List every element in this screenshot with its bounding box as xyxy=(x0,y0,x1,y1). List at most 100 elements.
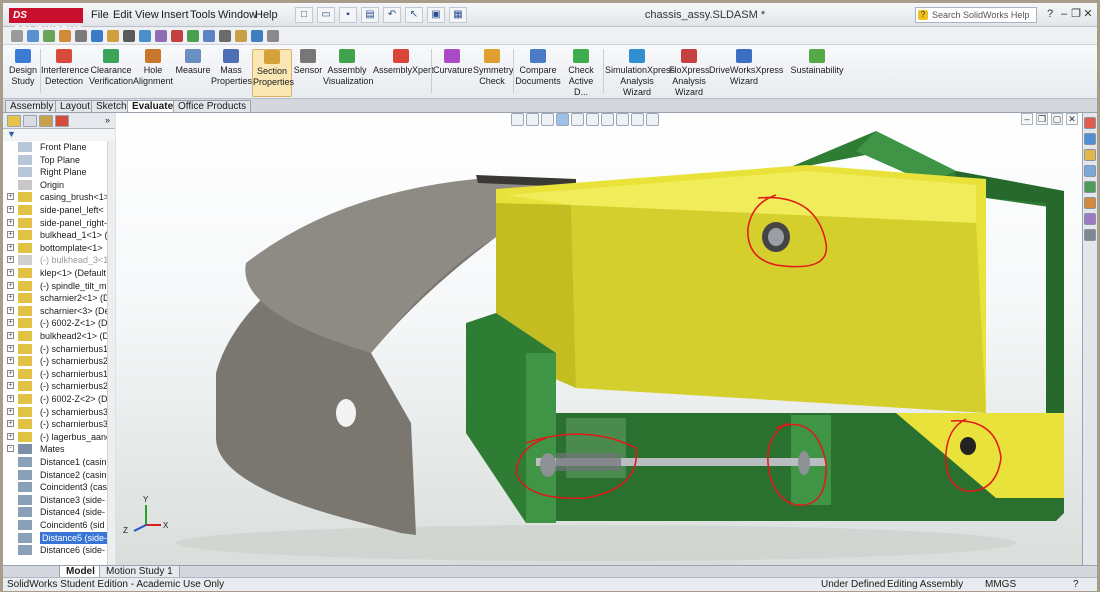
solidworks-resources-icon[interactable] xyxy=(1084,117,1096,129)
expand-icon[interactable]: + xyxy=(7,432,14,440)
cmd-small-14-icon[interactable] xyxy=(219,30,231,42)
tree-node[interactable]: + scharnier2<1> (D xyxy=(3,292,107,304)
expand-icon[interactable]: + xyxy=(7,281,14,289)
expand-icon[interactable]: + xyxy=(7,193,14,201)
cmd-small-6-icon[interactable] xyxy=(91,30,103,42)
expand-icon[interactable]: + xyxy=(7,294,14,302)
cmd-small-2-icon[interactable] xyxy=(27,30,39,42)
measure-button[interactable]: Measure xyxy=(175,49,211,76)
expand-icon[interactable]: + xyxy=(7,306,14,314)
tree-node[interactable]: + (-) scharnierbus3 xyxy=(3,418,107,430)
tree-node[interactable]: Distance4 (side- xyxy=(3,506,107,518)
cmd-small-13-icon[interactable] xyxy=(203,30,215,42)
unit-system[interactable]: MMGS xyxy=(985,578,1016,591)
custom-properties-icon[interactable] xyxy=(1084,213,1096,225)
expand-icon[interactable]: + xyxy=(7,369,14,377)
symmetry-check-button[interactable]: Symmetry Check xyxy=(473,49,514,87)
tree-node[interactable]: + (-) spindle_tilt_m xyxy=(3,280,107,292)
clearance-verification-button[interactable]: Clearance Verification xyxy=(89,49,133,87)
tree-node[interactable]: Coincident6 (sid xyxy=(3,519,107,531)
expand-icon[interactable]: + xyxy=(7,382,14,390)
expand-icon[interactable]: + xyxy=(7,269,14,276)
expand-icon[interactable]: + xyxy=(7,395,14,402)
expand-icon[interactable]: + xyxy=(7,420,14,428)
tree-node[interactable]: + side-panel_right- xyxy=(3,217,107,229)
tree-node[interactable]: + (-) 6002-Z<2> (D xyxy=(3,393,107,405)
cmd-small-11-icon[interactable] xyxy=(171,30,183,42)
tree-node[interactable]: Right Plane xyxy=(3,166,107,178)
tree-node[interactable]: Distance1 (casin xyxy=(3,456,107,468)
check-active-document-button[interactable]: Check Active D... xyxy=(561,49,601,98)
cmd-small-10-icon[interactable] xyxy=(155,30,167,42)
status-help-icon[interactable]: ? xyxy=(1073,578,1079,591)
cmd-small-12-icon[interactable] xyxy=(187,30,199,42)
expand-icon[interactable]: + xyxy=(7,243,14,251)
design-study-button[interactable]: Design Study xyxy=(7,49,39,87)
assembly-model[interactable]: Y X Z xyxy=(116,113,1082,565)
cmd-small-5-icon[interactable] xyxy=(75,30,87,42)
cmd-small-1-icon[interactable] xyxy=(11,30,23,42)
tree-node[interactable]: Distance2 (casin xyxy=(3,469,107,481)
sum-icon[interactable] xyxy=(123,30,135,42)
tree-node[interactable]: - Mates xyxy=(3,443,107,455)
tab-assembly[interactable]: Assembly xyxy=(5,100,59,112)
property-manager-tab-icon[interactable] xyxy=(23,115,37,127)
expand-icon[interactable]: + xyxy=(7,231,14,239)
tree-node[interactable]: Coincident3 (cas xyxy=(3,481,107,493)
cmd-small-17-icon[interactable] xyxy=(267,30,279,42)
tree-node[interactable]: + (-) scharnierbus1 xyxy=(3,368,107,380)
sensor-button[interactable]: Sensor xyxy=(293,49,323,76)
hole-alignment-button[interactable]: Hole Alignment xyxy=(133,49,173,87)
help-search-input[interactable]: ? Search SolidWorks Help xyxy=(915,7,1037,23)
assembly-visualization-button[interactable]: Assembly Visualization xyxy=(323,49,373,87)
tree-node[interactable]: + scharnier<3> (De xyxy=(3,305,107,317)
view-palette-icon[interactable] xyxy=(1084,181,1096,193)
tree-node[interactable]: Top Plane xyxy=(3,154,107,166)
search-icon[interactable] xyxy=(1084,165,1096,177)
expand-icon[interactable]: + xyxy=(7,357,14,365)
tree-node[interactable]: + (-) lagerbus_aanc xyxy=(3,431,107,443)
expand-icon[interactable]: + xyxy=(7,206,14,213)
assemblyxpert-button[interactable]: AssemblyXpert xyxy=(373,49,434,76)
driveworksxpress-button[interactable]: DriveWorksXpress Wizard xyxy=(709,49,783,87)
cmd-small-3-icon[interactable] xyxy=(43,30,55,42)
tree-node[interactable]: Origin xyxy=(3,179,107,191)
cmd-small-7-icon[interactable] xyxy=(107,30,119,42)
floxpress-button[interactable]: FloXpress Analysis Wizard xyxy=(669,49,710,98)
tab-layout[interactable]: Layout xyxy=(55,100,96,112)
graphics-area[interactable]: – ❐ ▢ ✕ Y X Z xyxy=(116,113,1082,565)
cmd-small-4-icon[interactable] xyxy=(59,30,71,42)
expand-icon[interactable]: + xyxy=(7,256,14,264)
feature-tree-tab-icon[interactable] xyxy=(7,115,21,127)
cmd-small-9-icon[interactable] xyxy=(139,30,151,42)
filter-icon[interactable]: ▼ xyxy=(7,129,16,139)
expand-icon[interactable]: + xyxy=(7,332,14,339)
file-explorer-icon[interactable] xyxy=(1084,149,1096,161)
tree-node[interactable]: + casing_brush<1> xyxy=(3,191,107,203)
compare-documents-button[interactable]: Compare Documents xyxy=(515,49,561,87)
tree-node[interactable]: + bulkhead2<1> (D xyxy=(3,330,107,342)
sustainability-button[interactable]: Sustainability xyxy=(787,49,847,76)
tree-node[interactable]: + side-panel_left< xyxy=(3,204,107,216)
expand-icon[interactable]: + xyxy=(7,319,14,327)
tree-node[interactable]: Distance5 (side- xyxy=(3,531,107,544)
tree-node[interactable]: Front Plane xyxy=(3,141,107,153)
section-properties-button[interactable]: Section Properties xyxy=(252,49,294,97)
tree-node[interactable]: + (-) scharnierbus3 xyxy=(3,406,107,418)
close-button[interactable]: ✕ xyxy=(1081,7,1095,21)
cmd-small-15-icon[interactable] xyxy=(235,30,247,42)
tree-node[interactable]: + (-) 6002-Z<1> (D xyxy=(3,317,107,329)
tree-node[interactable]: + bulkhead_1<1> ( xyxy=(3,229,107,241)
curvature-button[interactable]: Curvature xyxy=(433,49,473,76)
panel-collapse-icon[interactable]: » xyxy=(105,115,110,125)
tree-scrollbar[interactable] xyxy=(107,141,115,565)
tab-sketch[interactable]: Sketch xyxy=(91,100,132,112)
expand-icon[interactable]: + xyxy=(7,407,14,415)
help-question-icon[interactable]: ? xyxy=(1043,7,1057,21)
tree-node[interactable]: + klep<1> (Default xyxy=(3,267,107,279)
expand-icon[interactable]: + xyxy=(7,344,14,352)
tree-node[interactable]: + (-) scharnierbus2 xyxy=(3,355,107,367)
tree-node[interactable]: Distance3 (side- xyxy=(3,494,107,506)
interference-detection-button[interactable]: Interference Detection xyxy=(41,49,89,87)
tree-node[interactable]: + bottomplate<1> xyxy=(3,242,107,254)
